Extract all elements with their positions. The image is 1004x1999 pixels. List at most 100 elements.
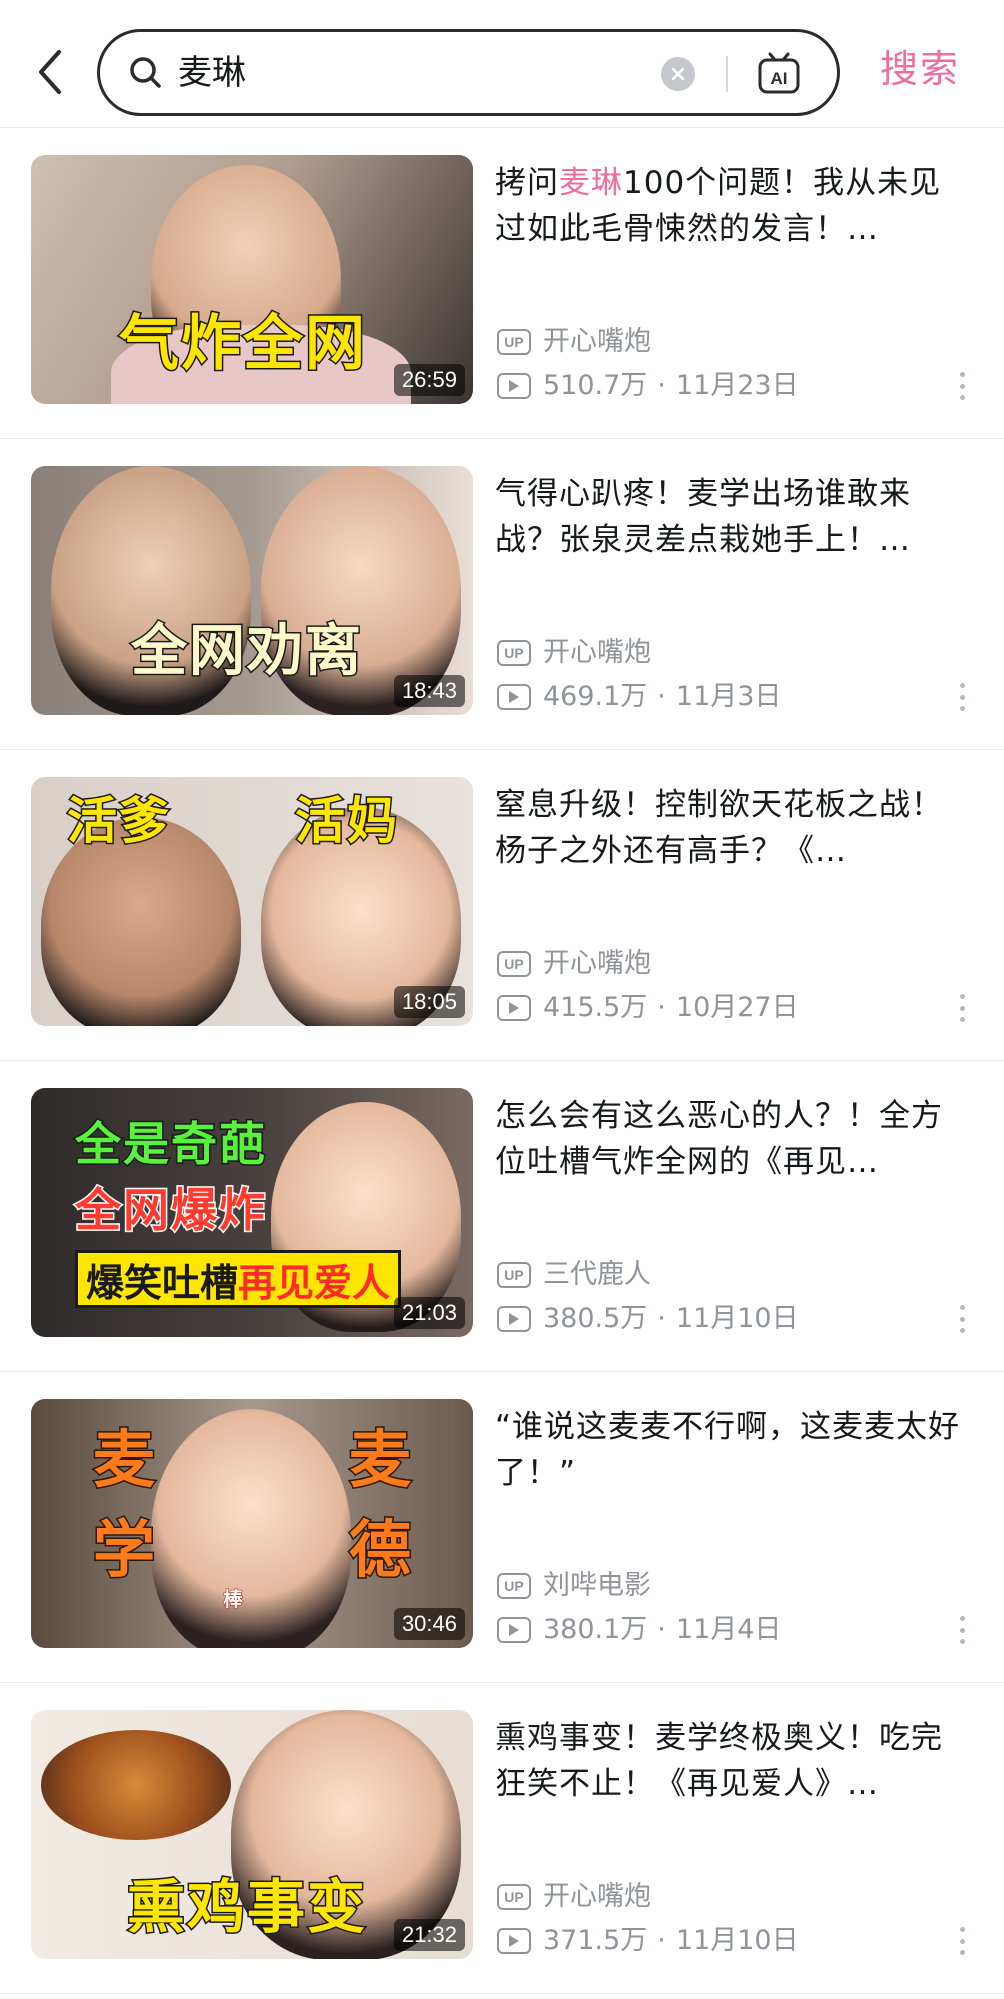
play-count-icon bbox=[497, 995, 531, 1021]
video-duration: 30:46 bbox=[393, 1608, 465, 1640]
video-title[interactable]: 怎么会有这么恶心的人？！全方位吐槽气炸全网的《再见… bbox=[495, 1093, 973, 1185]
video-result-item[interactable]: 气炸全网 26:59 拷问麦琳100个问题！我从未见过如此毛骨悚然的发言！… U… bbox=[0, 128, 1004, 439]
thumbnail-caption: 活妈 bbox=[294, 791, 399, 852]
more-options-icon[interactable] bbox=[950, 368, 974, 404]
video-result-item[interactable]: 熏鸡事变 21:32 熏鸡事变！麦学终极奥义！吃完狂笑不止！《再见爱人》… UP… bbox=[0, 1683, 1004, 1994]
video-author-row[interactable]: UP 开心嘴炮 bbox=[497, 324, 651, 360]
more-options-icon[interactable] bbox=[950, 1923, 974, 1959]
video-thumbnail[interactable]: 全是奇葩 全网爆炸 爆笑吐槽 再见爱人 21:03 bbox=[31, 1088, 473, 1337]
up-badge-icon: UP bbox=[497, 329, 531, 355]
thumbnail-caption: 再见爱人 bbox=[238, 1260, 391, 1305]
more-options-icon[interactable] bbox=[950, 990, 974, 1026]
video-result-item[interactable]: 麦 学 麦 德 棒 30:46 “谁说这麦麦不行啊，这麦麦太好了！” UP 刘哔… bbox=[0, 1372, 1004, 1683]
video-stats-row: 380.1万 · 11月4日 bbox=[497, 1612, 781, 1648]
up-badge-icon: UP bbox=[497, 1884, 531, 1910]
up-badge-icon: UP bbox=[497, 640, 531, 666]
view-count: 380.5万 bbox=[543, 1303, 648, 1334]
thumbnail-caption: 麦 bbox=[91, 1422, 158, 1498]
up-badge-icon: UP bbox=[497, 1573, 531, 1599]
divider bbox=[726, 56, 728, 92]
video-title[interactable]: 气得心趴疼！麦学出场谁敢来战？张泉灵差点栽她手上！… bbox=[495, 471, 973, 563]
clear-search-button[interactable] bbox=[661, 57, 695, 91]
thumbnail-caption: 德 bbox=[347, 1512, 414, 1588]
search-submit-button[interactable]: 搜索 bbox=[880, 44, 960, 94]
video-author-row[interactable]: UP 开心嘴炮 bbox=[497, 1879, 651, 1915]
search-header: 麦琳 AI 搜索 bbox=[0, 0, 1004, 128]
more-options-icon[interactable] bbox=[950, 1301, 974, 1337]
video-thumbnail[interactable]: 麦 学 麦 德 棒 30:46 bbox=[31, 1399, 473, 1648]
video-title[interactable]: 窒息升级！控制欲天花板之战！杨子之外还有高手？《… bbox=[495, 782, 973, 874]
video-result-item[interactable]: 全是奇葩 全网爆炸 爆笑吐槽 再见爱人 21:03 怎么会有这么恶心的人？！全方位… bbox=[0, 1061, 1004, 1372]
video-thumbnail[interactable]: 活爹 活妈 18:05 bbox=[31, 777, 473, 1026]
search-input[interactable]: 麦琳 AI bbox=[97, 29, 840, 116]
video-author: 三代鹿人 bbox=[543, 1259, 651, 1290]
upload-date: 10月27日 bbox=[675, 992, 799, 1023]
video-author: 开心嘴炮 bbox=[543, 326, 651, 357]
video-title[interactable]: 拷问麦琳100个问题！我从未见过如此毛骨悚然的发言！… bbox=[495, 160, 973, 252]
chevron-left-icon bbox=[39, 50, 61, 94]
play-count-icon bbox=[497, 373, 531, 399]
video-thumbnail[interactable]: 熏鸡事变 21:32 bbox=[31, 1710, 473, 1959]
thumbnail-caption: 活爹 bbox=[66, 791, 171, 852]
ai-label: AI bbox=[771, 69, 788, 88]
title-text: “谁说这麦麦不行啊，这麦麦太好了！” bbox=[495, 1409, 961, 1491]
play-count-icon bbox=[497, 1617, 531, 1643]
search-query-text[interactable]: 麦琳 bbox=[178, 50, 246, 96]
video-author: 开心嘴炮 bbox=[543, 1881, 651, 1912]
video-stats-row: 415.5万 · 10月27日 bbox=[497, 990, 799, 1026]
video-duration: 18:05 bbox=[393, 986, 465, 1018]
play-count-icon bbox=[497, 1928, 531, 1954]
ai-search-button[interactable]: AI bbox=[756, 48, 802, 98]
video-title[interactable]: 熏鸡事变！麦学终极奥义！吃完狂笑不止！《再见爱人》… bbox=[495, 1715, 973, 1807]
video-stats-row: 469.1万 · 11月3日 bbox=[497, 679, 781, 715]
play-count-icon bbox=[497, 1306, 531, 1332]
video-result-item[interactable]: 全网劝离 18:43 气得心趴疼！麦学出场谁敢来战？张泉灵差点栽她手上！… UP… bbox=[0, 439, 1004, 750]
title-text: 怎么会有这么恶心的人？！全方位吐槽气炸全网的《再见… bbox=[495, 1098, 943, 1180]
view-count: 371.5万 bbox=[543, 1925, 648, 1956]
title-text: 气得心趴疼！麦学出场谁敢来战？张泉灵差点栽她手上！… bbox=[495, 476, 911, 558]
separator: · bbox=[657, 681, 666, 712]
up-badge-icon: UP bbox=[497, 951, 531, 977]
separator: · bbox=[657, 992, 666, 1023]
video-author: 开心嘴炮 bbox=[543, 948, 651, 979]
thumbnail-caption: 棒 bbox=[223, 1587, 245, 1612]
back-button[interactable] bbox=[28, 46, 72, 98]
video-thumbnail[interactable]: 气炸全网 26:59 bbox=[31, 155, 473, 404]
close-icon bbox=[671, 67, 685, 81]
play-count-icon bbox=[497, 684, 531, 710]
separator: · bbox=[657, 1303, 666, 1334]
video-result-item[interactable]: 活爹 活妈 18:05 窒息升级！控制欲天花板之战！杨子之外还有高手？《… UP… bbox=[0, 750, 1004, 1061]
video-author: 开心嘴炮 bbox=[543, 637, 651, 668]
video-author-row[interactable]: UP 开心嘴炮 bbox=[497, 635, 651, 671]
ai-tv-icon: AI bbox=[758, 52, 800, 94]
upload-date: 11月4日 bbox=[675, 1614, 782, 1645]
separator: · bbox=[657, 1614, 666, 1645]
thumbnail-caption: 全是奇葩 bbox=[74, 1116, 267, 1173]
title-text: 拷问 bbox=[495, 165, 559, 201]
separator: · bbox=[657, 370, 666, 401]
thumbnail-roast-chicken bbox=[41, 1730, 231, 1840]
more-options-icon[interactable] bbox=[950, 1612, 974, 1648]
upload-date: 11月10日 bbox=[675, 1303, 799, 1334]
video-author: 刘哔电影 bbox=[543, 1570, 651, 1601]
video-author-row[interactable]: UP 开心嘴炮 bbox=[497, 946, 651, 982]
thumbnail-caption: 全网劝离 bbox=[130, 618, 363, 686]
video-duration: 18:43 bbox=[393, 675, 465, 707]
video-result-list: 气炸全网 26:59 拷问麦琳100个问题！我从未见过如此毛骨悚然的发言！… U… bbox=[0, 128, 1004, 1994]
more-options-icon[interactable] bbox=[950, 679, 974, 715]
view-count: 380.1万 bbox=[543, 1614, 648, 1645]
video-duration: 21:32 bbox=[393, 1919, 465, 1951]
video-thumbnail[interactable]: 全网劝离 18:43 bbox=[31, 466, 473, 715]
thumbnail-caption: 熏鸡事变 bbox=[125, 1872, 368, 1943]
thumbnail-person bbox=[151, 1409, 351, 1648]
video-stats-row: 371.5万 · 11月10日 bbox=[497, 1923, 799, 1959]
video-title[interactable]: “谁说这麦麦不行啊，这麦麦太好了！” bbox=[495, 1404, 973, 1496]
video-duration: 26:59 bbox=[393, 364, 465, 396]
view-count: 469.1万 bbox=[543, 681, 648, 712]
title-highlight: 麦琳 bbox=[559, 165, 623, 201]
video-author-row[interactable]: UP 刘哔电影 bbox=[497, 1568, 651, 1604]
up-badge-icon: UP bbox=[497, 1262, 531, 1288]
video-stats-row: 510.7万 · 11月23日 bbox=[497, 368, 799, 404]
title-text: 窒息升级！控制欲天花板之战！杨子之外还有高手？《… bbox=[495, 787, 943, 869]
video-author-row[interactable]: UP 三代鹿人 bbox=[497, 1257, 651, 1293]
